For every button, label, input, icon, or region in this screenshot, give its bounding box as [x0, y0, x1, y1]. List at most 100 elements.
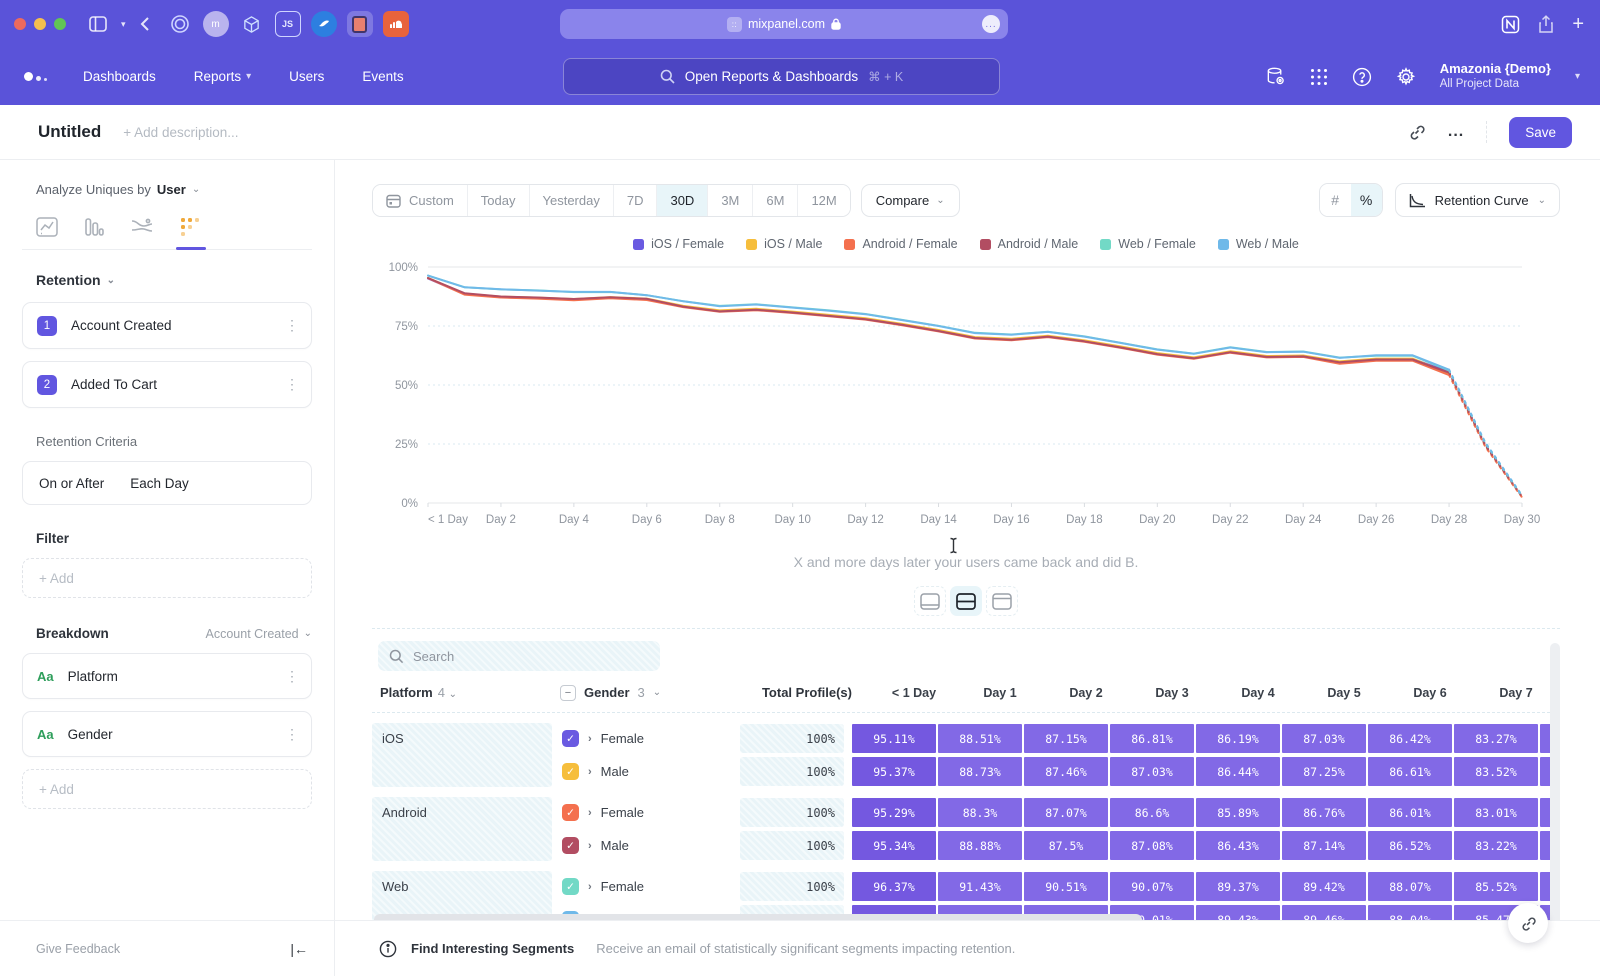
- add-description[interactable]: + Add description...: [123, 125, 238, 140]
- range-yesterday[interactable]: Yesterday: [530, 185, 614, 216]
- retention-value-cell[interactable]: 95.11%: [852, 724, 936, 753]
- range-3m[interactable]: 3M: [708, 185, 753, 216]
- table-row[interactable]: ✓›Female100%95.11%88.51%87.15%86.81%86.1…: [560, 723, 1560, 754]
- soundcloud-icon[interactable]: [383, 11, 409, 37]
- retention-value-cell[interactable]: 86.44%: [1196, 757, 1280, 786]
- data-management-icon[interactable]: [1265, 66, 1286, 87]
- table-row[interactable]: ✓›Female100%96.37%91.43%90.51%90.07%89.3…: [560, 871, 1560, 902]
- collapse-sidebar-icon[interactable]: |←: [290, 941, 308, 957]
- legend-item[interactable]: iOS / Male: [746, 237, 822, 251]
- percent-toggle[interactable]: %: [1351, 184, 1382, 216]
- day-column-header[interactable]: Day 2: [1044, 686, 1128, 700]
- expand-chevron-icon[interactable]: ›: [588, 733, 592, 745]
- retention-value-cell[interactable]: 95.29%: [852, 798, 936, 827]
- retention-value-cell[interactable]: 87.46%: [1024, 757, 1108, 786]
- url-bar[interactable]: :: mixpanel.com ...: [560, 9, 1008, 39]
- layout-chart-only-button[interactable]: [914, 586, 946, 616]
- add-filter-button[interactable]: + Add: [22, 558, 312, 598]
- retention-step[interactable]: 2Added To Cart⋮: [22, 361, 312, 408]
- range-today[interactable]: Today: [468, 185, 530, 216]
- retention-value-cell[interactable]: 87.08%: [1110, 831, 1194, 860]
- platform-column-header[interactable]: Platform4 ⌄: [372, 685, 560, 700]
- retention-value-cell[interactable]: 87.14%: [1282, 831, 1366, 860]
- m-avatar-icon[interactable]: m: [203, 11, 229, 37]
- day-column-header[interactable]: Day 6: [1388, 686, 1472, 700]
- retention-value-cell[interactable]: 86.42%: [1368, 724, 1452, 753]
- day-column-header[interactable]: Day 5: [1302, 686, 1386, 700]
- criteria-mode[interactable]: On or After: [39, 476, 104, 491]
- expand-chevron-icon[interactable]: ›: [588, 807, 592, 819]
- more-options-button[interactable]: ...: [1448, 123, 1464, 141]
- vertical-scrollbar[interactable]: [1550, 643, 1560, 920]
- retention-value-cell[interactable]: 86.61%: [1368, 757, 1452, 786]
- retention-value-cell[interactable]: 90.07%: [1110, 872, 1194, 901]
- retention-value-cell[interactable]: 86.6%: [1110, 798, 1194, 827]
- share-icon[interactable]: [1538, 15, 1554, 34]
- retention-value-cell[interactable]: 89.42%: [1282, 872, 1366, 901]
- global-search-button[interactable]: Open Reports & Dashboards ⌘ + K: [563, 58, 1000, 95]
- save-button[interactable]: Save: [1509, 117, 1572, 148]
- tab-funnels[interactable]: [84, 217, 104, 249]
- sidebar-toggle-icon[interactable]: [89, 16, 107, 32]
- retention-value-cell[interactable]: 88.07%: [1368, 872, 1452, 901]
- window-controls[interactable]: [14, 18, 66, 30]
- add-breakdown-button[interactable]: + Add: [22, 769, 312, 809]
- compare-button[interactable]: Compare⌄: [861, 184, 960, 217]
- retention-value-cell[interactable]: 83.52%: [1454, 757, 1538, 786]
- retention-value-cell[interactable]: 87.5%: [1024, 831, 1108, 860]
- legend-item[interactable]: Android / Male: [980, 237, 1079, 251]
- retention-value-cell[interactable]: 87.15%: [1024, 724, 1108, 753]
- legend-item[interactable]: Web / Female: [1100, 237, 1196, 251]
- retention-value-cell[interactable]: 89.37%: [1196, 872, 1280, 901]
- retention-value-cell[interactable]: 85.89%: [1196, 798, 1280, 827]
- tab-flows[interactable]: [130, 217, 154, 249]
- breakdown-item[interactable]: AaPlatform⋮: [22, 653, 312, 699]
- retention-value-cell[interactable]: 95.37%: [852, 757, 936, 786]
- table-row[interactable]: ✓›Female100%95.29%88.3%87.07%86.6%85.89%…: [560, 797, 1560, 828]
- report-title[interactable]: Untitled: [38, 122, 101, 142]
- target-icon[interactable]: [167, 11, 193, 37]
- legend-item[interactable]: iOS / Female: [633, 237, 724, 251]
- day-column-header[interactable]: Day 4: [1216, 686, 1300, 700]
- gender-checkbox[interactable]: ✓: [562, 763, 579, 780]
- zoom-window-icon[interactable]: [54, 18, 66, 30]
- retention-value-cell[interactable]: 83.22%: [1454, 831, 1538, 860]
- retention-value-cell[interactable]: 96.37%: [852, 872, 936, 901]
- retention-value-cell[interactable]: 88.73%: [938, 757, 1022, 786]
- platform-cell[interactable]: Web: [372, 871, 552, 920]
- retention-step[interactable]: 1Account Created⋮: [22, 302, 312, 349]
- day-column-header[interactable]: Day 3: [1130, 686, 1214, 700]
- find-segments-title[interactable]: Find Interesting Segments: [411, 941, 574, 956]
- mixpanel-logo-icon[interactable]: [24, 72, 47, 81]
- mixpanel-tab-icon[interactable]: [347, 11, 373, 37]
- project-switcher[interactable]: Amazonia {Demo} All Project Data: [1440, 61, 1551, 92]
- retention-value-cell[interactable]: 86.52%: [1368, 831, 1452, 860]
- retention-value-cell[interactable]: 88.04%: [1368, 905, 1452, 920]
- gender-checkbox[interactable]: ✓: [562, 730, 579, 747]
- retention-value-cell[interactable]: 88.51%: [938, 724, 1022, 753]
- new-tab-icon[interactable]: +: [1572, 13, 1584, 36]
- notion-icon[interactable]: [1501, 15, 1520, 34]
- gender-checkbox[interactable]: ✓: [562, 878, 579, 895]
- breakdown-scope-select[interactable]: Account Created⌄: [206, 627, 313, 641]
- gender-column-header[interactable]: − Gender3 ⌄: [560, 685, 748, 701]
- range-12m[interactable]: 12M: [798, 185, 849, 216]
- range-7d[interactable]: 7D: [614, 185, 658, 216]
- expand-chevron-icon[interactable]: ›: [588, 840, 592, 852]
- expand-chevron-icon[interactable]: ›: [588, 766, 592, 778]
- gender-select-all-checkbox[interactable]: −: [560, 685, 576, 701]
- cube-icon[interactable]: [239, 11, 265, 37]
- retention-value-cell[interactable]: 89.43%: [1196, 905, 1280, 920]
- retention-chart[interactable]: 0%25%50%75%100%< 1 DayDay 2Day 4Day 6Day…: [372, 255, 1560, 545]
- floating-share-button[interactable]: [1508, 903, 1548, 943]
- platform-cell[interactable]: iOS: [372, 723, 552, 787]
- table-search-input[interactable]: Search: [378, 641, 660, 671]
- retention-value-cell[interactable]: 87.03%: [1282, 724, 1366, 753]
- tab-insights[interactable]: [36, 217, 58, 249]
- retention-value-cell[interactable]: 87.25%: [1282, 757, 1366, 786]
- close-window-icon[interactable]: [14, 18, 26, 30]
- table-row[interactable]: ✓›Male100%95.34%88.88%87.5%87.08%86.43%8…: [560, 830, 1560, 861]
- retention-value-cell[interactable]: 88.88%: [938, 831, 1022, 860]
- retention-criteria-card[interactable]: On or After Each Day: [22, 461, 312, 505]
- retention-value-cell[interactable]: 91.43%: [938, 872, 1022, 901]
